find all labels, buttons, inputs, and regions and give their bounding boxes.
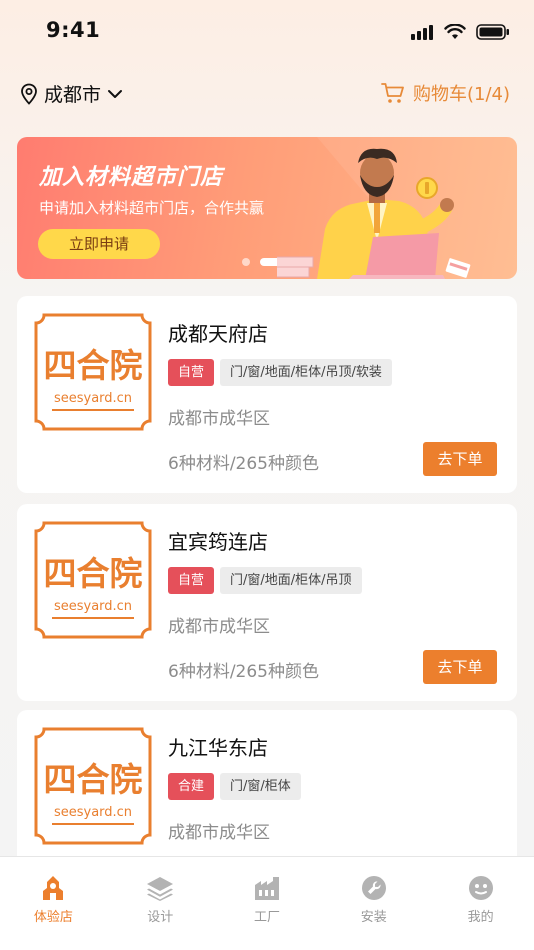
store-name: 成都天府店: [168, 322, 268, 346]
svg-text:seesyard.cn: seesyard.cn: [54, 805, 132, 820]
battery-icon: [476, 24, 509, 40]
tab-experience-store[interactable]: 体验店: [0, 857, 107, 950]
carousel-dot[interactable]: [242, 258, 250, 266]
tab-label: 设计: [147, 910, 174, 925]
businessman-illustration: [277, 137, 517, 279]
store-icon: [43, 876, 64, 900]
tab-install[interactable]: 安装: [320, 857, 427, 950]
store-type-tag: 自营: [168, 567, 215, 594]
place-order-button[interactable]: 去下单: [423, 442, 497, 476]
bottom-tab-bar: 体验店 设计 工厂 安装 我的: [0, 856, 534, 950]
status-bar: 9:41: [0, 0, 534, 66]
store-address: 成都市成华区: [168, 823, 270, 843]
store-card[interactable]: 四合院 seesyard.cn 宜宾筠连店 自营 门/窗/地面/柜体/吊顶 成都…: [17, 504, 517, 701]
store-stats: 6种材料/265种颜色: [168, 662, 319, 682]
tab-profile[interactable]: 我的: [427, 857, 534, 950]
cart-icon: [381, 83, 404, 103]
store-name: 宜宾筠连店: [168, 530, 268, 554]
factory-icon: [254, 877, 279, 900]
store-logo: 四合院 seesyard.cn: [34, 727, 152, 845]
svg-text:四合院: 四合院: [44, 346, 143, 385]
city-selector[interactable]: 成都市: [20, 80, 123, 107]
tab-design[interactable]: 设计: [107, 857, 214, 950]
tab-label: 安装: [360, 910, 387, 925]
banner-subtitle: 申请加入材料超市门店，合作共赢: [39, 199, 265, 217]
store-type-tag: 合建: [168, 773, 215, 800]
store-tags: 自营 门/窗/地面/柜体/吊顶/软装: [168, 359, 392, 386]
wrench-icon: [361, 876, 386, 900]
tab-label: 工厂: [253, 910, 280, 925]
tab-label: 体验店: [33, 910, 73, 925]
apply-now-button[interactable]: 立即申请: [38, 229, 160, 259]
promo-banner[interactable]: 加入材料超市门店 申请加入材料超市门店，合作共赢 立即申请: [17, 137, 517, 279]
store-tags: 自营 门/窗/地面/柜体/吊顶: [168, 567, 362, 594]
store-address: 成都市成华区: [168, 409, 270, 429]
store-card[interactable]: 四合院 seesyard.cn 成都天府店 自营 门/窗/地面/柜体/吊顶/软装…: [17, 296, 517, 493]
store-category-tag: 门/窗/地面/柜体/吊顶: [220, 567, 362, 594]
status-icons: [410, 24, 510, 40]
store-type-tag: 自营: [168, 359, 215, 386]
store-logo: 四合院 seesyard.cn: [34, 521, 152, 639]
chevron-down-icon: [108, 89, 123, 98]
cart-label: 购物车(1/4): [412, 84, 510, 105]
layers-icon: [147, 877, 174, 901]
profile-icon: [468, 876, 493, 900]
tab-label: 我的: [467, 910, 494, 925]
store-address: 成都市成华区: [168, 617, 270, 637]
signal-icon: [411, 25, 433, 40]
wifi-icon: [444, 24, 466, 39]
top-bar: 成都市 购物车(1/4): [0, 78, 534, 112]
cart-button[interactable]: 购物车(1/4): [381, 80, 510, 106]
store-stats: 6种材料/265种颜色: [168, 454, 319, 474]
banner-title: 加入材料超市门店: [39, 165, 224, 190]
place-order-button[interactable]: 去下单: [423, 650, 497, 684]
store-name: 九江华东店: [168, 736, 268, 760]
svg-text:seesyard.cn: seesyard.cn: [54, 599, 132, 614]
tab-factory[interactable]: 工厂: [214, 857, 321, 950]
svg-text:四合院: 四合院: [44, 760, 143, 799]
store-category-tag: 门/窗/地面/柜体/吊顶/软装: [220, 359, 392, 386]
store-logo: 四合院 seesyard.cn: [34, 313, 152, 431]
store-tags: 合建 门/窗/柜体: [168, 773, 301, 800]
city-name: 成都市: [44, 84, 102, 106]
svg-text:四合院: 四合院: [44, 554, 143, 593]
status-time: 9:41: [46, 18, 101, 42]
store-category-tag: 门/窗/柜体: [220, 773, 301, 800]
location-pin-icon: [21, 83, 37, 105]
svg-text:seesyard.cn: seesyard.cn: [54, 391, 132, 406]
